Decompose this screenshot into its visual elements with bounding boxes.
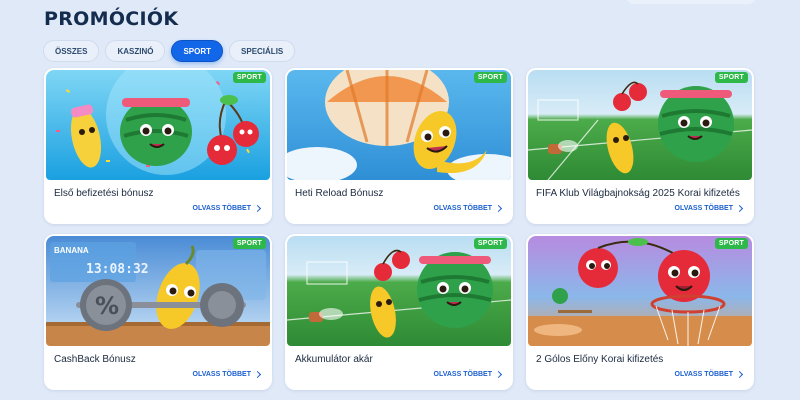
svg-text:%: % (95, 292, 119, 320)
read-more-label: OLVASS TÖBBET (433, 371, 492, 378)
promo-image-football-fruits[interactable] (528, 70, 752, 180)
read-more-link[interactable]: OLVASS TÖBBET (433, 204, 503, 213)
card-title: CashBack Bónusz (54, 354, 136, 365)
promo-card[interactable]: SPORT Akkumulátor akár OLVASS TÖBBET (285, 234, 513, 390)
chevron-right-icon (253, 370, 262, 379)
card-title: Heti Reload Bónusz (295, 188, 384, 199)
chevron-right-icon (494, 370, 503, 379)
read-more-link[interactable]: OLVASS TÖBBET (192, 204, 262, 213)
promo-image-banana-barbell[interactable]: BANANA 13:08:32 % (46, 236, 270, 346)
chevron-right-icon (735, 204, 744, 213)
sport-badge: SPORT (714, 238, 748, 249)
promo-card[interactable]: SPORT Heti Reload Bónusz OLVASS TÖBBET (285, 68, 513, 224)
promo-filter-tabs: ÖSSZES KASZINÓ SPORT SPECIÁLIS (43, 40, 296, 62)
read-more-link[interactable]: OLVASS TÖBBET (192, 370, 262, 379)
read-more-label: OLVASS TÖBBET (192, 371, 251, 378)
image-brand-text: BANANA (54, 246, 89, 255)
read-more-label: OLVASS TÖBBET (433, 205, 492, 212)
promo-image-fruit-party[interactable] (46, 70, 270, 180)
read-more-link[interactable]: OLVASS TÖBBET (674, 204, 744, 213)
sport-badge: SPORT (473, 238, 507, 249)
tab-sport[interactable]: SPORT (171, 40, 224, 62)
chevron-right-icon (253, 204, 262, 213)
sport-badge: SPORT (232, 72, 266, 83)
read-more-link[interactable]: OLVASS TÖBBET (433, 370, 503, 379)
read-more-label: OLVASS TÖBBET (192, 205, 251, 212)
promo-card[interactable]: BANANA 13:08:32 % SPORT CashBack Bónusz … (44, 234, 272, 390)
tab-all[interactable]: ÖSSZES (43, 40, 100, 62)
chevron-right-icon (494, 204, 503, 213)
sport-badge: SPORT (473, 72, 507, 83)
top-bar-edge (626, 0, 756, 4)
read-more-label: OLVASS TÖBBET (674, 205, 733, 212)
promo-card[interactable]: SPORT Első befizetési bónusz OLVASS TÖBB… (44, 68, 272, 224)
chevron-right-icon (735, 370, 744, 379)
promo-card[interactable]: SPORT 2 Gólos Előny Korai kifizetés OLVA… (526, 234, 754, 390)
tab-casino[interactable]: KASZINÓ (105, 40, 166, 62)
tab-special[interactable]: SPECIÁLIS (229, 40, 296, 62)
card-title: Akkumulátor akár (295, 354, 373, 365)
promo-image-cherry-basketball[interactable] (528, 236, 752, 346)
promo-card[interactable]: SPORT FIFA Klub Világbajnokság 2025 Kora… (526, 68, 754, 224)
card-title: FIFA Klub Világbajnokság 2025 Korai kifi… (536, 188, 740, 199)
promo-image-football-fruits[interactable] (287, 236, 511, 346)
read-more-label: OLVASS TÖBBET (674, 371, 733, 378)
read-more-link[interactable]: OLVASS TÖBBET (674, 370, 744, 379)
page-title: PROMÓCIÓK (44, 8, 179, 30)
image-clock-text: 13:08:32 (86, 262, 149, 277)
card-title: 2 Gólos Előny Korai kifizetés (536, 354, 664, 365)
promo-image-banana-parachute[interactable] (287, 70, 511, 180)
card-title: Első befizetési bónusz (54, 188, 154, 199)
sport-badge: SPORT (232, 238, 266, 249)
sport-badge: SPORT (714, 72, 748, 83)
